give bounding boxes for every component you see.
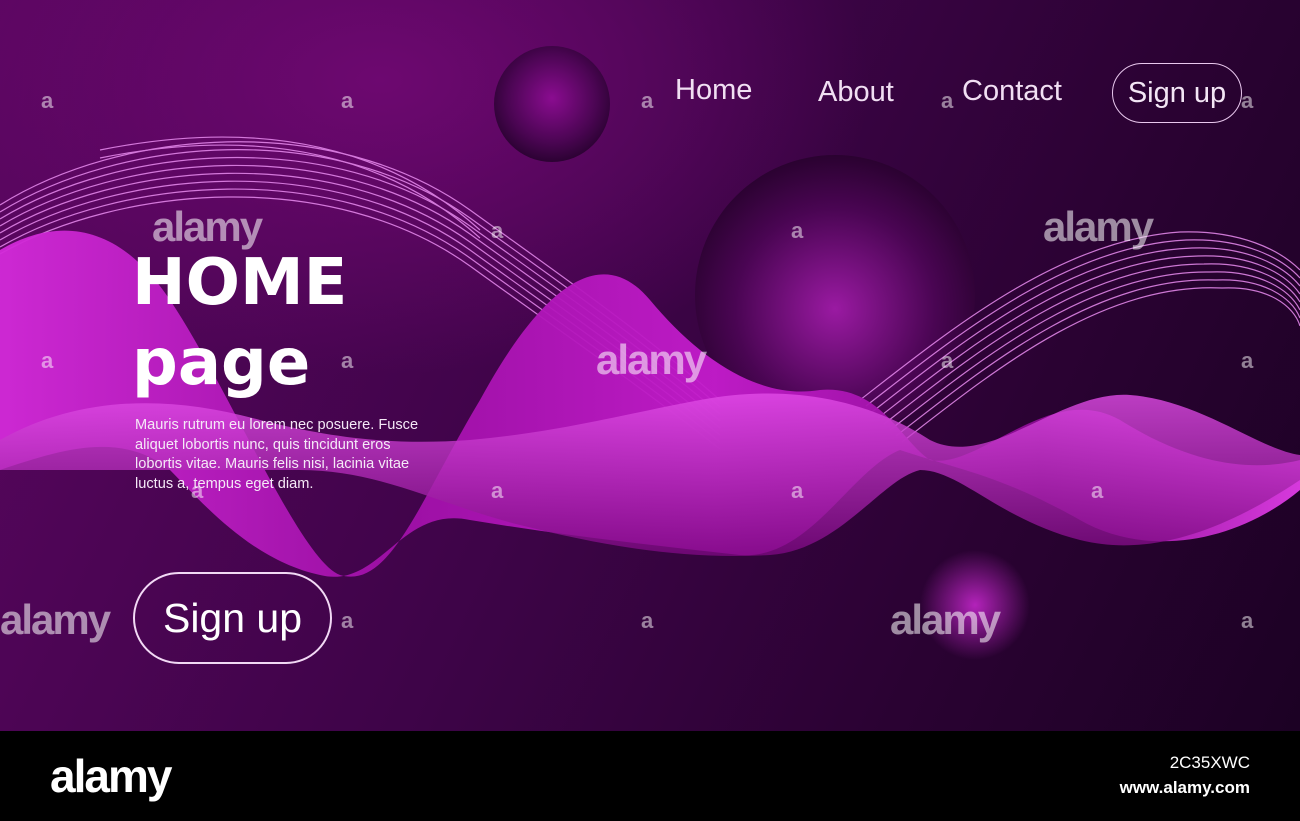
footer-logo: alamy <box>50 750 172 802</box>
footer-url: www.alamy.com <box>1119 778 1250 797</box>
hero-signup-button[interactable]: Sign up <box>133 572 332 664</box>
nav-link-about[interactable]: About <box>818 76 894 109</box>
nav-signup-button[interactable]: Sign up <box>1112 63 1242 123</box>
page-title: HOME page <box>132 243 347 403</box>
page-title-line2: page <box>132 326 311 400</box>
page-title-line1: HOME <box>132 246 348 320</box>
hero-description: Mauris rutrum eu lorem nec posuere. Fusc… <box>135 417 419 492</box>
landing-hero-background: alamy alamy alamy alamy alamy a a a a a … <box>0 0 1300 731</box>
nav-link-home[interactable]: Home <box>675 74 752 107</box>
footer-image-id: 2C35XWC <box>1169 753 1250 772</box>
top-navigation: Home About Contact Sign up <box>0 62 1300 126</box>
glow-orb <box>920 550 1030 660</box>
nav-link-contact[interactable]: Contact <box>962 75 1062 108</box>
stock-footer-bar: alamy 2C35XWC www.alamy.com <box>0 731 1300 821</box>
